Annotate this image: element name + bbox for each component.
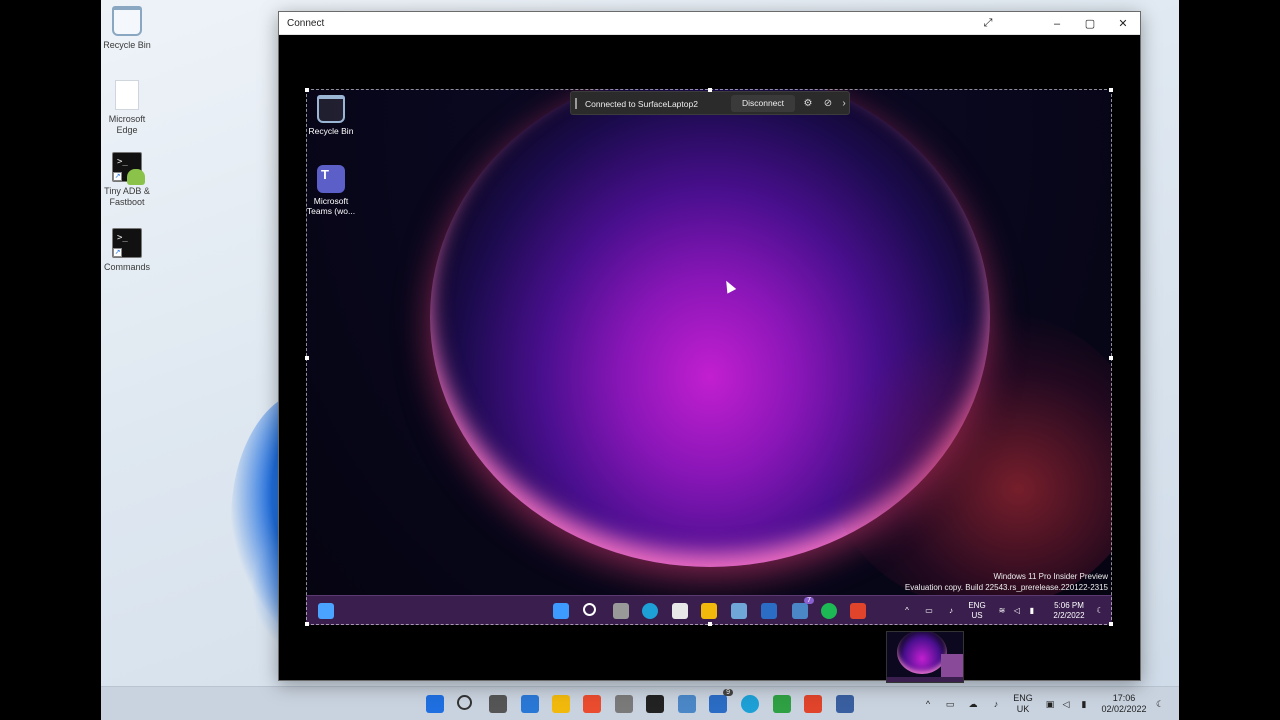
- file-explorer-icon[interactable]: [701, 603, 717, 619]
- notifications-icon[interactable]: ☾: [1094, 596, 1106, 625]
- taskbar-thumbnail-preview[interactable]: [886, 631, 964, 683]
- photos-icon[interactable]: [678, 695, 696, 713]
- search-icon[interactable]: [457, 695, 472, 710]
- clock-date: 02/02/2022: [1101, 704, 1147, 714]
- spotify-icon[interactable]: [821, 603, 837, 619]
- unpin-icon[interactable]: ⊘: [820, 96, 836, 112]
- volume-icon[interactable]: ◁: [1059, 687, 1073, 720]
- minimize-button[interactable]: –: [1041, 12, 1073, 35]
- tablet-app-icon[interactable]: 7: [792, 597, 814, 619]
- language-code: ENG: [1013, 693, 1033, 703]
- widgets-icon[interactable]: [521, 695, 539, 713]
- desktop-icon-label: Microsoft Teams (wo...: [306, 196, 356, 216]
- search-icon[interactable]: [583, 603, 596, 616]
- notification-badge: 9: [723, 689, 733, 696]
- window-title: Connect: [287, 18, 325, 29]
- close-button[interactable]: ✕: [1107, 12, 1139, 35]
- desktop-icon-label: Recycle Bin: [308, 126, 354, 136]
- desktop-icon-tiny-adb[interactable]: ↗ Tiny ADB & Fastboot: [101, 152, 157, 208]
- android-terminal-icon: ↗: [112, 152, 145, 185]
- word-icon[interactable]: 9: [709, 689, 733, 713]
- clock-time: 5:06 PM: [1054, 601, 1084, 610]
- window-titlebar[interactable]: Connect ⤢ – ▢ ✕: [279, 12, 1140, 35]
- desktop-icon-label: Commands: [103, 262, 150, 272]
- thumbnail-orb: [897, 632, 947, 674]
- terminal-icon: ↗: [112, 228, 142, 258]
- camtasia-icon[interactable]: [773, 695, 791, 713]
- onedrive-icon[interactable]: ☁: [965, 687, 981, 720]
- language-region: UK: [1016, 704, 1030, 714]
- start-icon[interactable]: [426, 695, 444, 713]
- wifi-icon[interactable]: ≋: [996, 596, 1008, 625]
- remote-desktop-view[interactable]: Recycle Bin Microsoft Teams (wo... Conne…: [306, 89, 1112, 625]
- task-view-icon[interactable]: [489, 695, 507, 713]
- notification-badge: 7: [804, 597, 814, 604]
- thumbnail-taskbar: [887, 677, 963, 682]
- app-icon[interactable]: [615, 695, 633, 713]
- start-icon[interactable]: [553, 603, 569, 619]
- clock-time: 17:06: [1112, 693, 1136, 703]
- battery-icon[interactable]: ▮: [1026, 596, 1038, 625]
- battery-icon[interactable]: ▮: [1077, 687, 1091, 720]
- word-icon[interactable]: [761, 603, 777, 619]
- edge-icon[interactable]: [642, 603, 658, 619]
- desktop-icon-label: Recycle Bin: [103, 40, 151, 50]
- language-indicator[interactable]: ENG US: [964, 596, 990, 625]
- fullscreen-icon[interactable]: ⤢: [972, 12, 1004, 35]
- edge-canary-icon[interactable]: [741, 695, 759, 713]
- microphone-icon[interactable]: ♪: [989, 687, 1003, 720]
- notifications-icon[interactable]: ☾: [1153, 687, 1167, 720]
- system-clock[interactable]: 17:06 02/02/2022: [1097, 687, 1151, 720]
- volume-icon[interactable]: ◁: [1011, 596, 1023, 625]
- drag-handle[interactable]: [575, 98, 577, 109]
- microphone-icon[interactable]: ♪: [944, 596, 958, 625]
- remote-desktop-icon-recycle-bin[interactable]: Recycle Bin: [306, 95, 358, 136]
- watermark-line2: Evaluation copy. Build 22543.rs_prerelea…: [904, 583, 1108, 592]
- chevron-up-icon[interactable]: ^: [921, 687, 935, 720]
- widgets-icon[interactable]: [318, 603, 334, 619]
- maximize-button[interactable]: ▢: [1074, 12, 1106, 35]
- recorder-icon[interactable]: [850, 603, 866, 619]
- desktop-icon-label: Microsoft Edge: [108, 114, 146, 135]
- build-watermark: Windows 11 Pro Insider Preview Evaluatio…: [905, 571, 1108, 593]
- shortcut-arrow-icon: ↗: [113, 248, 122, 257]
- task-view-icon[interactable]: [613, 603, 629, 619]
- shortcut-arrow-icon: ↗: [113, 172, 122, 181]
- cast-icon[interactable]: ▭: [922, 596, 936, 625]
- desktop-icon-edge[interactable]: Microsoft Edge: [101, 80, 157, 136]
- language-region: US: [971, 611, 983, 620]
- watermark-line1: Windows 11 Pro Insider Preview: [993, 572, 1108, 581]
- recycle-bin-icon: [112, 6, 142, 36]
- connection-bar: Connected to SurfaceLaptop2 Disconnect ⚙…: [570, 91, 850, 115]
- language-indicator[interactable]: ENG UK: [1009, 687, 1037, 720]
- terminal-app-icon[interactable]: [646, 695, 664, 713]
- chevron-right-icon[interactable]: ›: [836, 96, 852, 112]
- file-icon: [115, 80, 139, 110]
- store-icon[interactable]: [583, 695, 601, 713]
- desktop-icon-recycle-bin[interactable]: Recycle Bin: [101, 6, 157, 51]
- clock-date: 2/2/2022: [1053, 611, 1085, 620]
- connection-status: Connected to SurfaceLaptop2: [585, 99, 698, 109]
- display-icon[interactable]: ▣: [1043, 687, 1057, 720]
- file-explorer-icon[interactable]: [552, 695, 570, 713]
- remote-desktop-icon-teams[interactable]: Microsoft Teams (wo...: [306, 165, 358, 216]
- recycle-bin-icon: [317, 95, 345, 123]
- host-taskbar: 9 ^ ▭ ☁ ♪ ENG UK ▣ ◁ ▮ 17:06 02/02/2022 …: [101, 686, 1179, 720]
- recorder-icon[interactable]: [804, 695, 822, 713]
- chevron-up-icon[interactable]: ^: [900, 596, 914, 625]
- system-clock[interactable]: 5:06 PM 2/2/2022: [1044, 596, 1094, 625]
- photos-icon[interactable]: [731, 603, 747, 619]
- disconnect-button[interactable]: Disconnect: [731, 95, 795, 112]
- connect-app-icon[interactable]: [836, 695, 854, 713]
- desktop-icon-commands[interactable]: ↗ Commands: [101, 228, 157, 273]
- settings-icon[interactable]: ⚙: [800, 96, 816, 112]
- teams-icon: [317, 165, 345, 193]
- connect-window: Connect ⤢ – ▢ ✕ Recycle Bin Microsoft Te…: [278, 11, 1141, 681]
- desktop-icon-label: Tiny ADB & Fastboot: [104, 186, 150, 207]
- remote-taskbar: 7 ^ ▭ ♪ ENG US ≋ ◁ ▮ 5:06 PM 2/2/2022 ☾: [306, 595, 1112, 625]
- tablet-icon[interactable]: ▭: [943, 687, 957, 720]
- language-code: ENG: [968, 601, 986, 610]
- store-icon[interactable]: [672, 603, 688, 619]
